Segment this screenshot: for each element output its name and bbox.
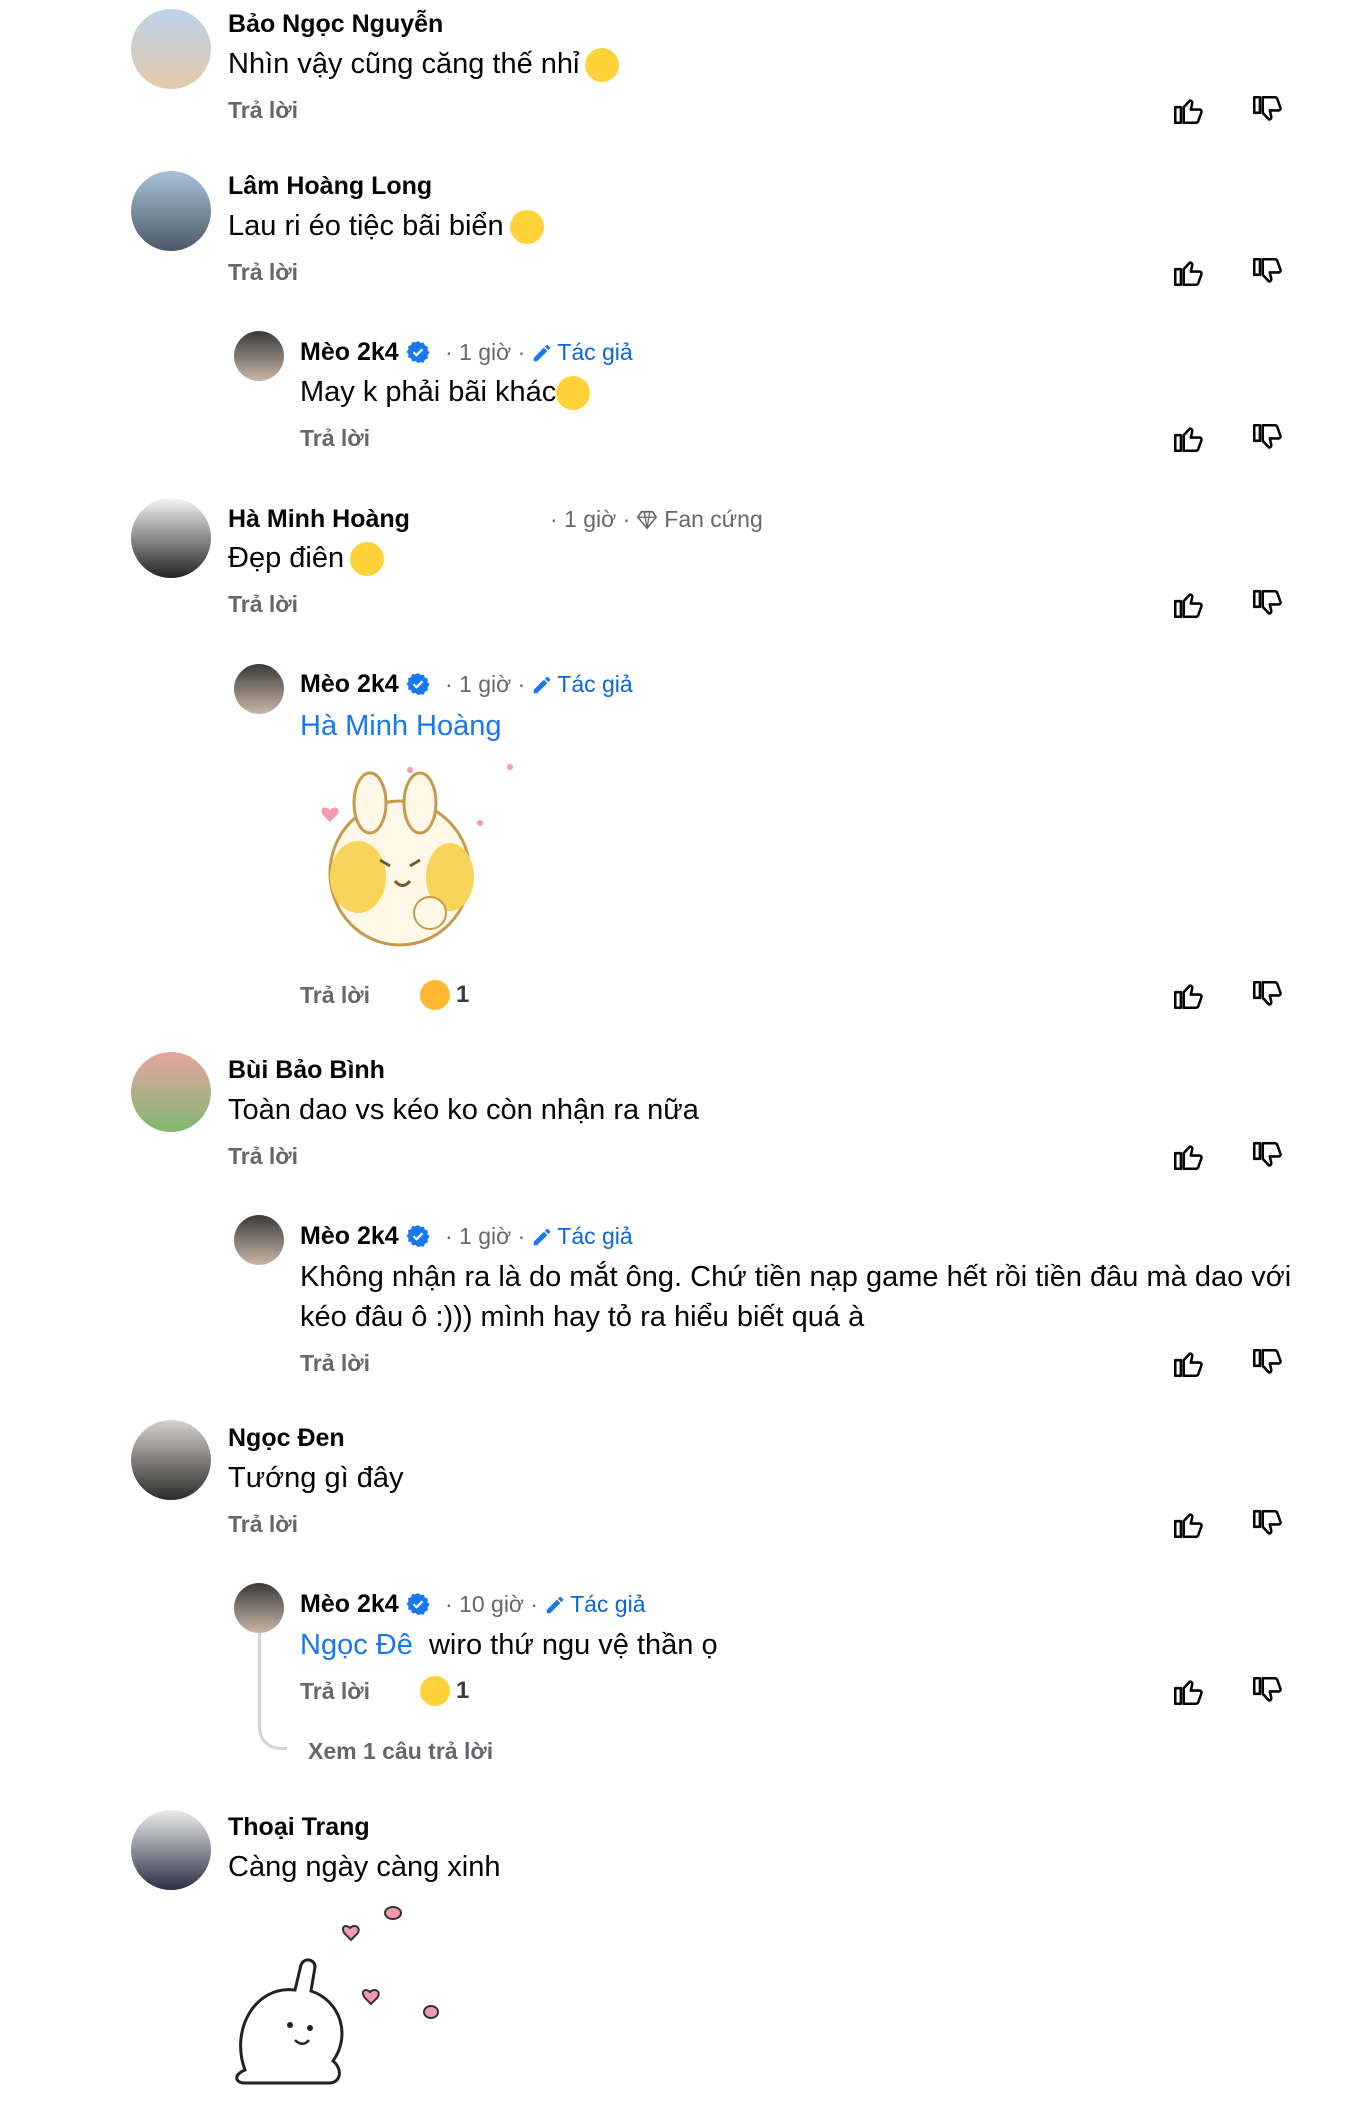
thumbs-down-icon[interactable] [1250, 587, 1284, 621]
haha-reaction-icon [420, 1676, 450, 1706]
reply-button[interactable]: Trả lời [228, 1511, 298, 1538]
comment-text: Đẹp điên [228, 538, 385, 578]
thumbs-down-icon[interactable] [1250, 93, 1284, 127]
comment-meta: · 1 giờ · Tác giả [445, 1223, 633, 1250]
thumbs-down-icon[interactable] [1250, 1507, 1284, 1541]
comment-meta: · 1 giờ · Tác giả [445, 339, 633, 366]
reply-button[interactable]: Trả lời [228, 1143, 298, 1170]
comment-text: Toàn dao vs kéo ko còn nhận ra nữa [228, 1094, 699, 1126]
comment-author[interactable]: Mèo 2k4 [300, 670, 430, 699]
comment-text: Tướng gì đây [228, 1462, 404, 1494]
thumbs-down-icon[interactable] [1250, 1139, 1284, 1173]
comment-author[interactable]: Hà Minh Hoàng [228, 505, 410, 534]
thumbs-up-icon[interactable] [1171, 1139, 1205, 1173]
diamond-icon [637, 510, 658, 530]
reply-button[interactable]: Trả lời [228, 259, 298, 286]
bunny-sticker [321, 764, 513, 947]
care-reaction-icon [420, 980, 450, 1010]
thread-connector [258, 1615, 287, 1750]
avatar[interactable] [131, 171, 211, 251]
avatar[interactable] [131, 1420, 211, 1500]
comment-meta: · 1 giờ · Tác giả [445, 671, 633, 698]
avatar[interactable] [131, 1052, 211, 1132]
comment-text: Lau ri éo tiệc bãi biển [228, 206, 544, 246]
pencil-icon [534, 344, 551, 361]
comment-author[interactable]: Mèo 2k4 [300, 338, 430, 367]
thumbs-up-icon[interactable] [1171, 93, 1205, 127]
verified-badge-icon [406, 341, 430, 363]
avatar[interactable] [234, 331, 284, 381]
verified-badge-icon [406, 1593, 430, 1615]
comment-author[interactable]: Mèo 2k4 [300, 1222, 430, 1251]
pencil-icon [546, 1596, 564, 1613]
thumbs-up-icon[interactable] [1171, 255, 1205, 289]
view-replies-link[interactable]: Xem 1 câu trả lời [308, 1738, 493, 1765]
author-badge: Tác giả [531, 1223, 633, 1250]
author-badge: Tác giả [544, 1591, 646, 1618]
avatar[interactable] [234, 1215, 284, 1265]
reply-button[interactable]: Trả lời [300, 1350, 370, 1377]
reply-button[interactable]: Trả lời [300, 982, 370, 1009]
heart-eyes-emoji-icon [350, 542, 385, 577]
reply-button[interactable]: Trả lời [228, 97, 298, 124]
avatar[interactable] [131, 1810, 211, 1890]
reaction-summary[interactable]: 1 [420, 1676, 469, 1706]
grin-emoji-icon [585, 48, 620, 83]
avatar[interactable] [234, 1583, 284, 1633]
mention-link[interactable]: Ngọc Đê [300, 1629, 413, 1661]
thumbs-up-icon[interactable] [1171, 1507, 1205, 1541]
comment-author[interactable]: Bảo Ngọc Nguyễn [228, 10, 443, 39]
comment-text: Nhìn vậy cũng căng thế nhỉ [228, 44, 620, 84]
comment-author[interactable]: Ngọc Đen [228, 1424, 345, 1453]
author-badge: Tác giả [531, 339, 633, 366]
comment-author[interactable]: Mèo 2k4 [300, 1590, 430, 1619]
avatar[interactable] [131, 9, 211, 89]
thumbs-up-icon[interactable] [1171, 1346, 1205, 1380]
bunny-sticker [235, 1906, 439, 2085]
comment-text: May k phải bãi khác [300, 372, 591, 412]
thumbs-down-icon[interactable] [1250, 421, 1284, 455]
verified-badge-icon [406, 1225, 430, 1247]
reply-button[interactable]: Trả lời [228, 591, 298, 618]
thumbs-up-icon[interactable] [1171, 1674, 1205, 1708]
pencil-icon [534, 676, 551, 693]
reaction-summary[interactable]: 1 [420, 980, 469, 1010]
avatar[interactable] [234, 664, 284, 714]
thumbs-down-icon[interactable] [1250, 1674, 1284, 1708]
pencil-icon [534, 1228, 551, 1245]
kissing-emoji-icon [556, 376, 591, 411]
reply-button[interactable]: Trả lời [300, 425, 370, 452]
comment-text: Không nhận ra là do mắt ông. Chứ tiền nạ… [300, 1261, 1292, 1333]
comment-text: Ngọc Đê wiro thứ ngu vệ thần ọ [300, 1629, 718, 1661]
comment-meta: · 1 giờ · Fan cứng [550, 506, 763, 532]
verified-badge-icon [406, 673, 430, 695]
author-badge: Tác giả [531, 671, 633, 698]
reply-button[interactable]: Trả lời [300, 1678, 370, 1705]
sweat-smile-emoji-icon [509, 210, 544, 245]
comment-text: Càng ngày càng xinh [228, 1851, 501, 1883]
comment-meta: · 10 giờ · Tác giả [445, 1591, 646, 1618]
thumbs-down-icon[interactable] [1250, 1346, 1284, 1380]
thumbs-up-icon[interactable] [1171, 587, 1205, 621]
comment-author[interactable]: Lâm Hoàng Long [228, 172, 432, 201]
thumbs-down-icon[interactable] [1250, 255, 1284, 289]
comment-author[interactable]: Thoại Trang [228, 1813, 370, 1842]
avatar[interactable] [131, 498, 211, 578]
thumbs-up-icon[interactable] [1171, 978, 1205, 1012]
thumbs-down-icon[interactable] [1250, 978, 1284, 1012]
mention-link[interactable]: Hà Minh Hoàng [300, 706, 502, 746]
thumbs-up-icon[interactable] [1171, 421, 1205, 455]
comment-author[interactable]: Bùi Bảo Bình [228, 1056, 385, 1085]
